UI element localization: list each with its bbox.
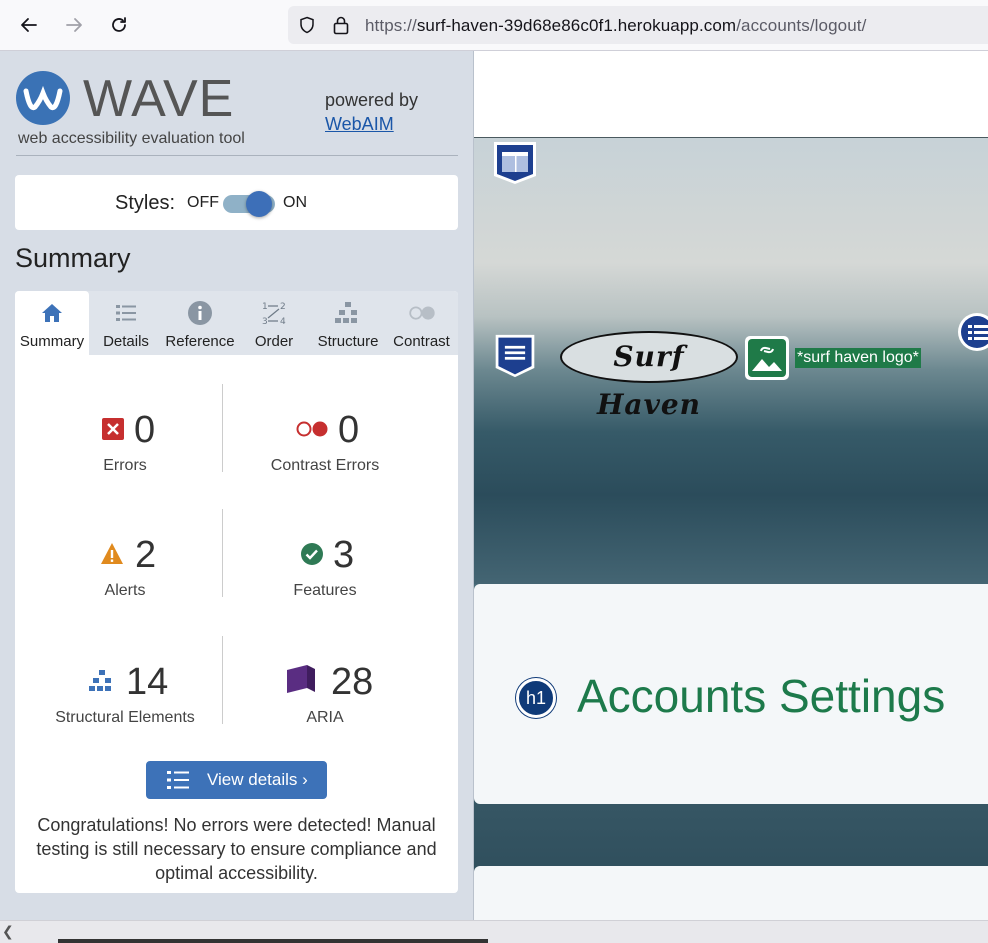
features-label: Features xyxy=(293,582,357,599)
errors-count: 0 xyxy=(134,409,156,451)
svg-text:4: 4 xyxy=(280,317,286,326)
back-arrow-icon xyxy=(21,18,37,32)
wave-sidebar: WAVE web accessibility evaluation tool p… xyxy=(0,51,474,920)
url-bar[interactable]: https://surf-haven-39d68e86c0f1.herokuap… xyxy=(288,6,988,44)
contrast-error-icon xyxy=(296,421,328,437)
tab-contrast[interactable]: Contrast xyxy=(385,291,458,355)
styles-on-label: ON xyxy=(283,194,307,211)
lock-icon[interactable] xyxy=(332,15,350,35)
styles-toggle-box: Styles: OFF ON xyxy=(15,175,458,230)
congrats-message: Congratulations! No errors were detected… xyxy=(36,815,437,883)
wave-landmark-nav-icon[interactable] xyxy=(492,333,538,379)
tab-label: Order xyxy=(254,333,294,350)
structural-label: Structural Elements xyxy=(55,709,195,726)
list-icon xyxy=(112,300,140,326)
features-count: 3 xyxy=(333,534,355,576)
url-domain: surf-haven-39d68e86c0f1.herokuapp.com xyxy=(416,16,737,35)
tab-summary[interactable]: Summary xyxy=(15,291,89,355)
wave-list-icon[interactable] xyxy=(956,311,988,353)
tab-label: Structure xyxy=(317,333,379,350)
powered-by-label: powered by xyxy=(325,90,419,110)
structure-icon xyxy=(334,300,362,326)
browser-toolbar: https://surf-haven-39d68e86c0f1.herokuap… xyxy=(0,0,988,51)
styles-off-label: OFF xyxy=(187,194,219,211)
tab-label: Details xyxy=(103,333,149,350)
content-card-secondary xyxy=(474,866,988,920)
surf-haven-logo[interactable]: Surf Haven xyxy=(560,331,738,421)
contrast-icon xyxy=(408,300,436,326)
alerts-label: Alerts xyxy=(104,582,146,599)
shield-icon[interactable] xyxy=(298,16,316,34)
error-icon xyxy=(102,418,124,440)
reload-button[interactable] xyxy=(104,10,134,40)
page-viewport: Surf Haven *surf haven logo* h1 Accounts… xyxy=(474,51,988,920)
info-icon xyxy=(186,300,214,326)
reload-icon xyxy=(112,17,126,32)
aria-label: ARIA xyxy=(306,709,344,726)
tab-reference[interactable]: Reference xyxy=(163,291,237,355)
wave-logo-icon xyxy=(16,71,70,125)
forward-arrow-icon xyxy=(66,18,82,32)
styles-toggle-knob[interactable] xyxy=(246,191,272,217)
errors-label: Errors xyxy=(103,457,147,474)
feature-check-icon xyxy=(301,543,323,565)
contrast-errors-count: 0 xyxy=(338,409,360,451)
tab-bar: Summary Details Reference 1 2 3 4 Order Str… xyxy=(15,291,458,355)
svg-text:2: 2 xyxy=(280,302,286,312)
url-path: /accounts/logout/ xyxy=(736,16,867,35)
aria-icon xyxy=(287,665,315,693)
wave-subtitle: web accessibility evaluation tool xyxy=(18,130,245,147)
svg-text:3: 3 xyxy=(262,317,268,326)
structure-icon xyxy=(89,670,111,691)
svg-text:1: 1 xyxy=(262,302,268,312)
tab-label: Contrast xyxy=(393,333,450,350)
page-heading: Accounts Settings xyxy=(577,670,946,722)
wave-h1-icon[interactable]: h1 xyxy=(516,678,556,718)
aria-count: 28 xyxy=(331,661,374,703)
tab-details[interactable]: Details xyxy=(89,291,163,355)
tab-label: Summary xyxy=(19,333,85,350)
alerts-count: 2 xyxy=(135,534,157,576)
contrast-errors-label: Contrast Errors xyxy=(270,457,380,474)
scroll-left-icon[interactable]: ❮ xyxy=(2,923,14,940)
wave-title: WAVE xyxy=(83,70,235,128)
forward-button[interactable] xyxy=(59,10,89,40)
summary-heading: Summary xyxy=(15,243,131,273)
powered-by: powered by WebAIM xyxy=(325,88,418,136)
horizontal-scrollbar[interactable]: ❮ xyxy=(0,920,988,943)
tab-order[interactable]: 1 2 3 4 Order xyxy=(237,291,311,355)
list-icon xyxy=(167,771,189,789)
wave-landmark-header-icon[interactable] xyxy=(492,140,538,186)
back-button[interactable] xyxy=(14,10,44,40)
summary-panel: Summary Details Reference 1 2 3 4 Order Str… xyxy=(15,291,458,893)
wave-linked-image-icon[interactable] xyxy=(744,335,790,381)
image-alt-text: *surf haven logo* xyxy=(795,348,921,368)
home-icon xyxy=(38,300,66,326)
structural-count: 14 xyxy=(126,661,169,703)
view-details-button[interactable]: View details › xyxy=(146,761,327,799)
url-scheme: https:// xyxy=(365,16,417,35)
url-text[interactable]: https://surf-haven-39d68e86c0f1.herokuap… xyxy=(365,16,866,36)
divider xyxy=(16,155,458,156)
alert-icon xyxy=(101,543,123,564)
scrollbar-thumb[interactable] xyxy=(58,939,488,943)
tab-label: Reference xyxy=(165,333,235,350)
view-details-label: View details › xyxy=(207,770,308,789)
styles-label: Styles: xyxy=(115,192,176,214)
order-icon: 1 2 3 4 xyxy=(260,300,288,326)
tab-structure[interactable]: Structure xyxy=(311,291,385,355)
webaim-link[interactable]: WebAIM xyxy=(325,112,418,136)
